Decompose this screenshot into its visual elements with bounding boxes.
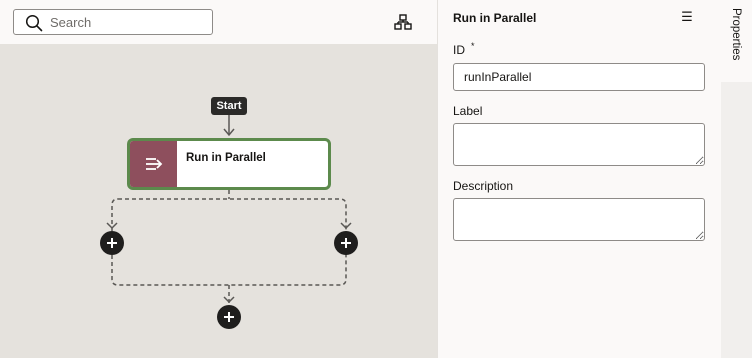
required-indicator: *: [471, 41, 475, 51]
right-branch-arrowhead: [340, 222, 352, 230]
hamburger-icon: ☰: [681, 9, 693, 24]
branch-outline: [111, 190, 347, 286]
tab-properties[interactable]: Properties: [721, 0, 752, 82]
panel-title: Run in Parallel: [453, 11, 537, 25]
plus-icon: [341, 238, 351, 248]
tab-properties-label: Properties: [730, 8, 742, 61]
panel-menu-button[interactable]: ☰: [681, 10, 693, 24]
hierarchy-icon: [394, 14, 412, 30]
flow-designer-pane: Start Run in Parallel: [0, 0, 437, 358]
search-icon: [25, 14, 43, 32]
properties-panel: Run in Parallel ☰ ID * Label Description: [437, 0, 721, 358]
description-label: Description: [453, 179, 514, 193]
node-title: Run in Parallel: [186, 152, 266, 164]
search-field[interactable]: [13, 9, 213, 35]
plus-icon: [224, 312, 234, 322]
diagram-layout-button[interactable]: [392, 12, 414, 32]
id-label: ID: [453, 43, 465, 57]
add-left-branch-button[interactable]: [100, 231, 124, 255]
canvas-toolbar: [0, 0, 437, 44]
id-input[interactable]: [453, 63, 705, 91]
plus-icon: [107, 238, 117, 248]
left-branch-arrowhead: [106, 222, 118, 230]
start-badge: Start: [211, 97, 247, 115]
run-in-parallel-node[interactable]: Run in Parallel: [127, 138, 331, 190]
side-tab-rail: Properties: [721, 0, 752, 358]
label-label: Label: [453, 104, 483, 118]
parallel-arrows-icon: [145, 158, 162, 170]
search-input[interactable]: [50, 13, 205, 31]
add-after-button[interactable]: [217, 305, 241, 329]
description-textarea[interactable]: [453, 198, 705, 241]
label-textarea[interactable]: [453, 123, 705, 166]
node-icon-tile: [130, 141, 177, 187]
add-right-branch-button[interactable]: [334, 231, 358, 255]
